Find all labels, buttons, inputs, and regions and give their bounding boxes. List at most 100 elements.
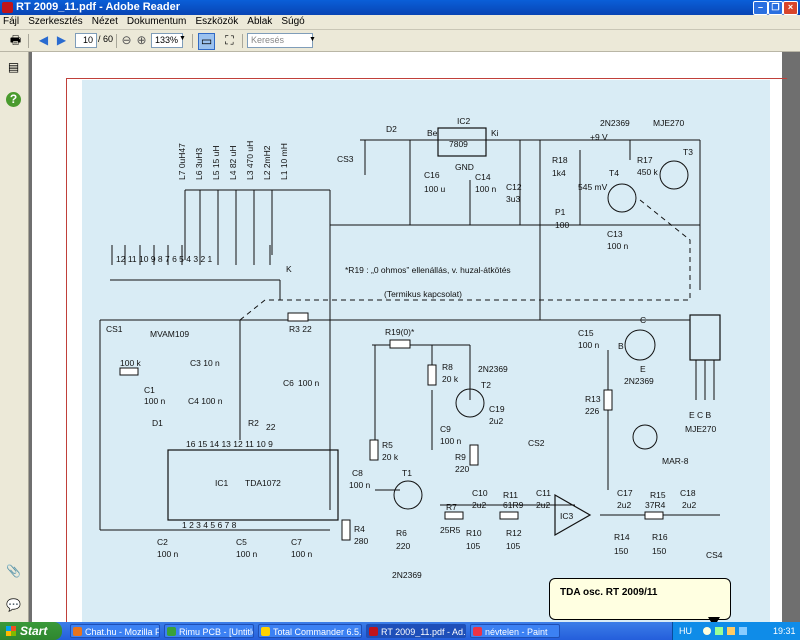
schematic-label-r7v: 25R5 <box>440 525 461 535</box>
schematic-label-r14: R14 <box>614 532 630 542</box>
clock[interactable]: 19:31 <box>773 622 796 640</box>
schematic-label-c16v: 100 u <box>424 184 446 194</box>
minimize-button[interactable]: – <box>753 1 768 15</box>
navigation-panel: ▤ ? 📎 💬 <box>0 52 29 622</box>
schematic-label-bottom2n: 2N2369 <box>392 570 422 580</box>
schematic-label-r12v: 105 <box>506 541 520 551</box>
help-icon[interactable]: ? <box>6 92 21 107</box>
schematic-label-t2: T2 <box>481 380 491 390</box>
inductor-label-l2: L2 2mH2 <box>262 145 272 180</box>
schematic-label-r18: R18 <box>552 155 568 165</box>
schematic-label-pkg_c: C <box>640 315 646 325</box>
menu-tools[interactable]: Eszközök <box>192 15 241 29</box>
system-tray: HU 19:31 <box>672 622 800 640</box>
schematic-label-c14: C14 <box>475 172 491 182</box>
language-indicator[interactable]: HU <box>679 622 692 640</box>
page-number-input[interactable]: 10 <box>75 33 97 48</box>
schematic-label-tda: TDA1072 <box>245 478 281 488</box>
schematic-label-t2lab: 2N2369 <box>478 364 508 374</box>
task-firefox[interactable]: Chat.hu - Mozilla Fire... <box>70 624 160 638</box>
schematic-label-mar8: MAR-8 <box>662 456 689 466</box>
previous-page-icon[interactable]: ◀ <box>36 33 51 48</box>
schematic-label-r11: R11 <box>503 490 518 500</box>
schematic-label-t3: T3 <box>683 147 693 157</box>
schematic-label-c18v: 2u2 <box>682 500 696 510</box>
volume-icon[interactable] <box>727 627 735 635</box>
schematic-label-r2: R2 <box>248 418 259 428</box>
task-label: Chat.hu - Mozilla Fire... <box>85 627 160 637</box>
next-page-icon[interactable]: ▶ <box>54 33 69 48</box>
search-input[interactable]: Keresés <box>247 33 313 48</box>
task-adobe-reader[interactable]: RT 2009_11.pdf - Ad... <box>366 624 466 638</box>
menu-window[interactable]: Ablak <box>244 15 275 29</box>
schematic-label-r16v: 150 <box>652 546 666 556</box>
schematic-label-d2: D2 <box>386 124 397 134</box>
schematic-label-r9: R9 <box>455 452 466 462</box>
schematic-label-c18: C18 <box>680 488 696 498</box>
task-rimu-pcb[interactable]: Rimu PCB - [Untitled1] <box>164 624 254 638</box>
schematic-label-c3: C3 10 n <box>190 358 220 368</box>
schematic-label-c8v: 100 n <box>349 480 371 490</box>
task-label: Total Commander 6.5... <box>273 627 362 637</box>
schematic-label-c12v: 3u3 <box>506 194 520 204</box>
schematic-label-r6v: 220 <box>396 541 410 551</box>
schematic-label-r4: R4 <box>354 524 365 534</box>
zoom-out-icon[interactable]: ⊖ <box>119 33 134 48</box>
start-label: Start <box>20 624 48 638</box>
inductor-label-l4: L4 82 uH <box>228 146 238 181</box>
start-button[interactable]: Start <box>0 622 62 640</box>
menu-file[interactable]: Fájl <box>0 15 22 29</box>
schematic-label-r7: R7 <box>446 502 457 512</box>
schematic-label-q2n2369top: 2N2369 <box>600 118 630 128</box>
task-total-commander[interactable]: Total Commander 6.5... <box>258 624 362 638</box>
schematic-label-r6: R6 <box>396 528 407 538</box>
total-commander-icon <box>261 627 270 636</box>
fit-page-icon[interactable]: ▭ <box>198 33 215 50</box>
menu-document[interactable]: Dokumentum <box>124 15 189 29</box>
schematic-label-pkg_b: B <box>618 341 624 351</box>
schematic-label-p1v: 100 <box>555 220 569 230</box>
schematic-label-c5v: 100 n <box>236 549 258 559</box>
schematic-label-cs1: CS1 <box>106 324 123 334</box>
schematic-label-r12: R12 <box>506 528 522 538</box>
schematic-label-c19: C19 <box>489 404 505 414</box>
task-paint[interactable]: névtelen - Paint <box>470 624 560 638</box>
inductor-label-l5: L5 15 uH <box>211 146 221 181</box>
schematic-label-r3: R3 22 <box>289 324 312 334</box>
close-button[interactable]: × <box>783 1 798 15</box>
tray-icon[interactable] <box>739 627 747 635</box>
comments-icon[interactable]: 💬 <box>6 598 21 613</box>
print-icon[interactable]: 🖶 <box>8 33 23 48</box>
schematic-label-t1: T1 <box>402 468 412 478</box>
pages-icon[interactable]: ▤ <box>6 60 21 75</box>
adobe-reader-icon <box>2 2 13 13</box>
menu-bar: Fájl Szerkesztés Nézet Dokumentum Eszköz… <box>0 15 800 30</box>
tray-icon[interactable] <box>703 627 711 635</box>
fit-width-icon[interactable]: ⛶ <box>222 33 237 48</box>
schematic-label-r8v: 20 k <box>442 374 459 384</box>
zoom-in-icon[interactable]: ⊕ <box>134 33 149 48</box>
windows-logo-icon <box>6 626 16 636</box>
tray-balloon-tooltip[interactable]: TDA osc. RT 2009/11 <box>549 578 731 627</box>
schematic-label-c7v: 100 n <box>291 549 313 559</box>
menu-view[interactable]: Nézet <box>89 15 121 29</box>
network-icon[interactable] <box>715 627 723 635</box>
attachments-icon[interactable]: 📎 <box>6 564 21 579</box>
menu-edit[interactable]: Szerkesztés <box>25 15 85 29</box>
maximize-button[interactable]: ❐ <box>768 1 783 15</box>
schematic-label-cs3: CS3 <box>337 154 354 164</box>
schematic-label-v7809: 7809 <box>449 139 468 149</box>
schematic-label-note1: *R19 : „0 ohmos” ellenállás, v. huzal-át… <box>345 265 511 275</box>
schematic-label-ki: Ki <box>491 128 499 138</box>
menu-help[interactable]: Súgó <box>278 15 307 29</box>
search-dropdown-icon[interactable]: ▼ <box>309 36 316 43</box>
schematic-label-ecb: E C B <box>689 410 712 420</box>
zoom-dropdown-icon[interactable]: ▼ <box>179 35 186 42</box>
schematic-label-c17v: 2u2 <box>617 500 631 510</box>
schematic-label-r15: R15 <box>650 490 666 500</box>
schematic-diagram: IC2 7809 Be Ki GND D2 CS3 C16 100 u C14 100 n C12 3u… <box>82 80 770 622</box>
window-title: RT 2009_11.pdf - Adobe Reader <box>16 1 181 13</box>
schematic-label-ic1: IC1 <box>215 478 229 488</box>
schematic-label-pins_bot: 1 2 3 4 5 6 7 8 <box>182 520 237 530</box>
toolbar-separator <box>28 34 29 48</box>
